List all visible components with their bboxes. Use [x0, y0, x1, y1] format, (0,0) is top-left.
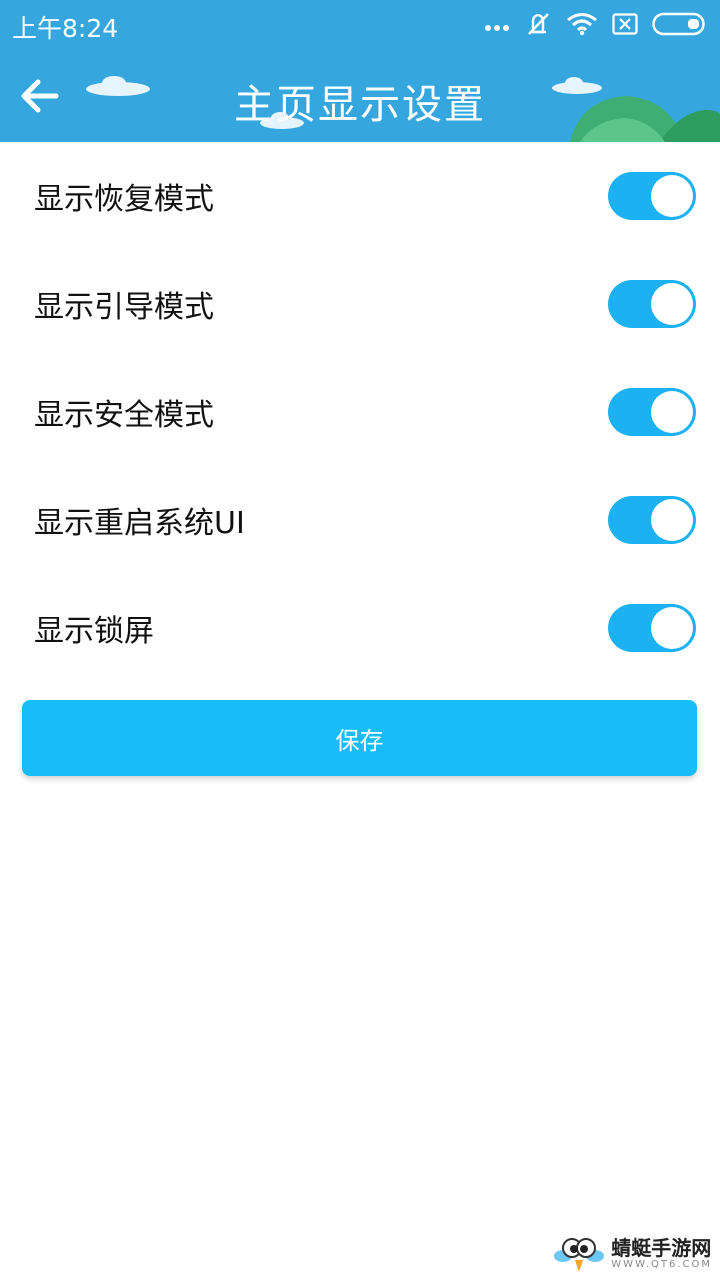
toggle-knob [651, 391, 693, 433]
setting-label: 显示引导模式 [34, 290, 214, 325]
watermark-url: WWW.QT6.COM [611, 1259, 712, 1270]
status-icons [484, 10, 708, 42]
toggle-switch[interactable] [608, 280, 696, 328]
settings-list: 显示恢复模式 显示引导模式 显示安全模式 显示重启系统UI 显示锁屏 [0, 142, 720, 682]
toggle-knob [651, 175, 693, 217]
toggle-switch[interactable] [608, 496, 696, 544]
save-button[interactable]: 保存 [22, 700, 697, 776]
toggle-knob [651, 607, 693, 649]
setting-label: 显示锁屏 [34, 614, 154, 649]
setting-row-safe-mode: 显示安全模式 [0, 358, 720, 466]
mute-vibrate-icon [524, 10, 552, 42]
watermark-title: 蜻蜓手游网 [611, 1236, 712, 1260]
setting-row-lock-screen: 显示锁屏 [0, 574, 720, 682]
setting-row-recovery-mode: 显示恢复模式 [0, 142, 720, 250]
wifi-icon [566, 12, 598, 40]
toggle-knob [651, 499, 693, 541]
setting-row-restart-system-ui: 显示重启系统UI [0, 466, 720, 574]
battery-icon [652, 12, 708, 40]
setting-label: 显示恢复模式 [34, 182, 214, 217]
app-header: 上午8:24 主页显示设置 [0, 0, 720, 142]
dragonfly-logo-icon [554, 1238, 605, 1272]
setting-row-bootloader-mode: 显示引导模式 [0, 250, 720, 358]
toggle-knob [651, 283, 693, 325]
setting-label: 显示安全模式 [34, 398, 214, 433]
toggle-switch[interactable] [608, 388, 696, 436]
no-sim-icon [612, 13, 638, 39]
watermark-text: 蜻蜓手游网 WWW.QT6.COM [611, 1237, 712, 1271]
watermark: 蜻蜓手游网 WWW.QT6.COM [553, 1234, 712, 1274]
hills-decoration-icon [570, 96, 720, 142]
toggle-switch[interactable] [608, 604, 696, 652]
more-dots-icon [484, 17, 510, 36]
setting-label: 显示重启系统UI [34, 506, 245, 541]
toggle-switch[interactable] [608, 172, 696, 220]
status-time: 上午8:24 [12, 14, 119, 43]
